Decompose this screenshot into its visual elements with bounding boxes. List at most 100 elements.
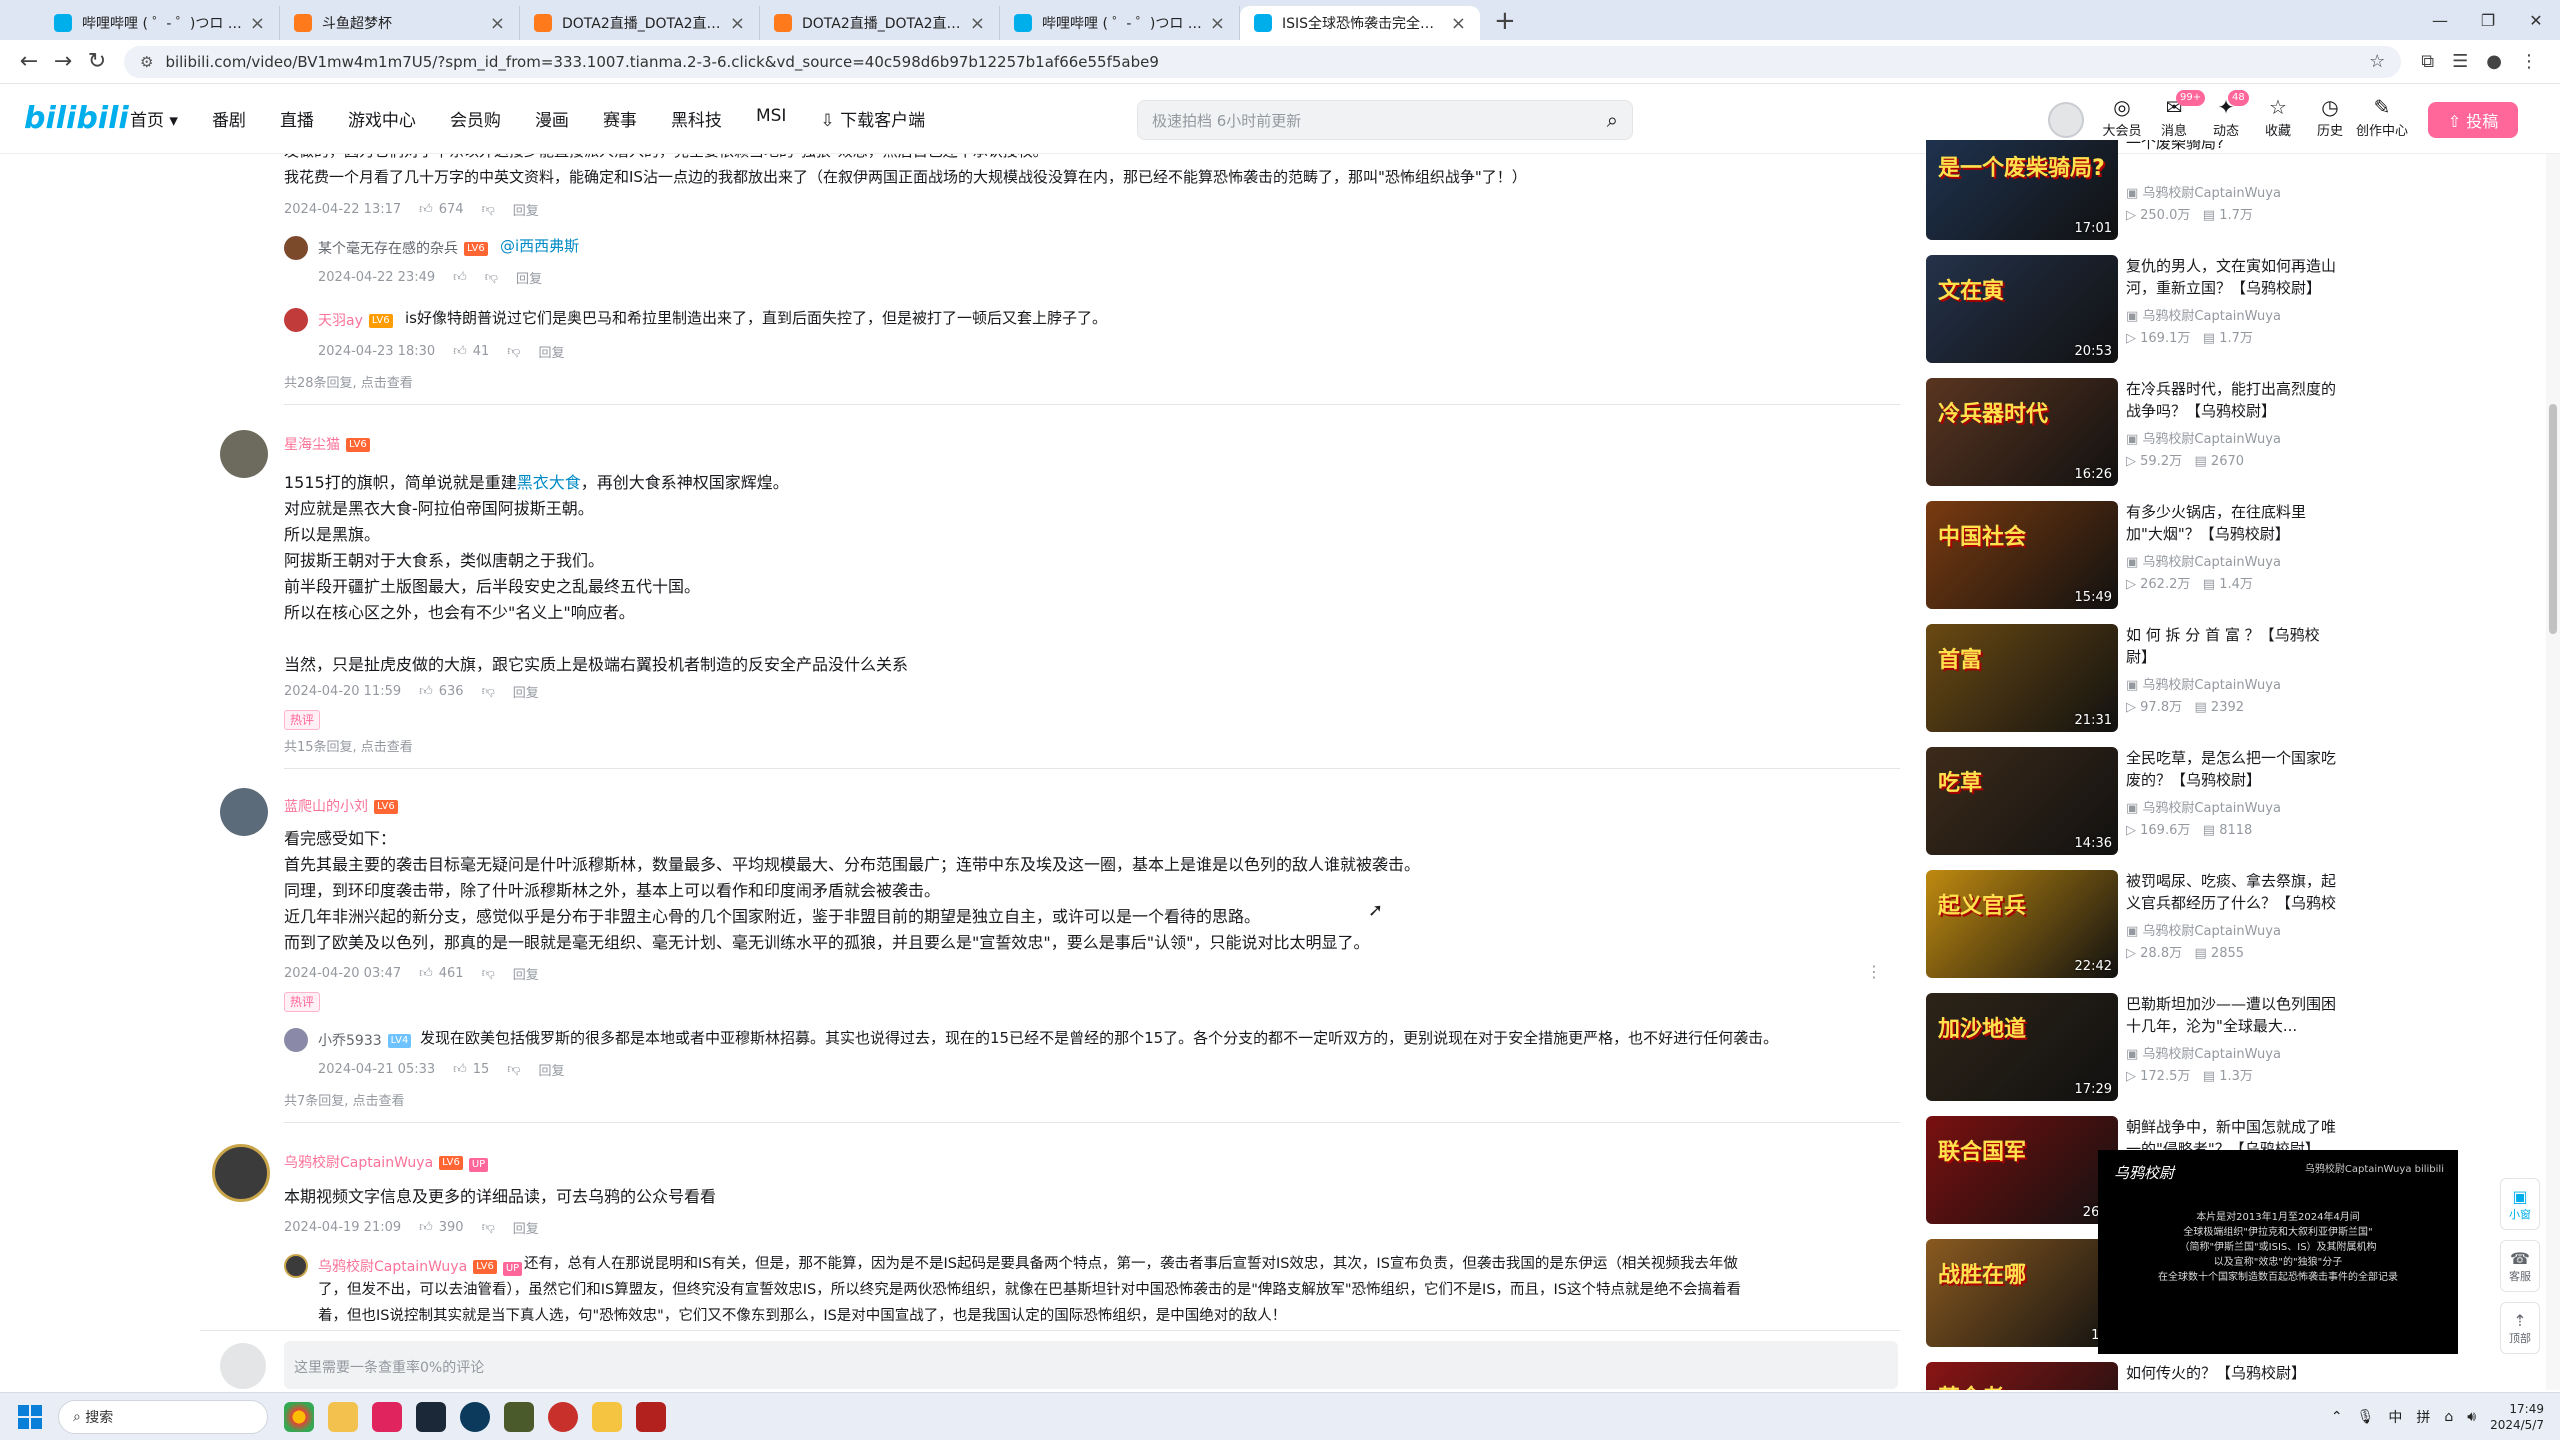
network-icon[interactable]: ⌂ <box>2444 1409 2453 1425</box>
video-title[interactable]: 复仇的男人，文在寅如何再造山河，重新立国？【乌鸦校尉】 <box>2126 255 2342 299</box>
recommend-card[interactable]: 中国社会 15:49 有多少火锅店，在往底料里加"大烟"？【乌鸦校尉】 ▣ 乌鸦校尉C… <box>1926 501 2346 611</box>
dislike-icon[interactable]: 👎︎ <box>482 966 495 981</box>
reload-icon[interactable]: ↻ <box>80 49 114 74</box>
nav-link[interactable]: 漫画 <box>535 106 569 131</box>
video-title[interactable]: 有多少火锅店，在往底料里加"大烟"？【乌鸦校尉】 <box>2126 501 2342 545</box>
video-thumbnail[interactable]: 起义官兵 22:42 <box>1926 870 2118 978</box>
bilibili-logo[interactable]: bilibili <box>24 101 129 136</box>
dislike-icon[interactable]: 👎︎ <box>507 344 520 359</box>
avatar[interactable] <box>212 1144 270 1202</box>
like-button[interactable]: 👍︎ 461 <box>419 966 463 981</box>
avatar[interactable] <box>284 1028 308 1052</box>
browser-tab[interactable]: DOTA2直播_DOTA2直播解说视频 × <box>520 6 760 40</box>
like-button[interactable]: 👍︎ 390 <box>419 1220 463 1235</box>
video-title[interactable]: 一个废柴骑局? <box>2126 140 2342 154</box>
nav-link[interactable]: 会员购 <box>450 106 501 131</box>
forward-icon[interactable]: → <box>46 49 80 74</box>
file-explorer-icon[interactable] <box>328 1401 358 1432</box>
reply-username[interactable]: 乌鸦校尉CaptainWuya LV6 UP <box>318 1256 523 1276</box>
video-title[interactable]: 全民吃草，是怎么把一个国家吃废的？【乌鸦校尉】 <box>2126 747 2342 791</box>
reply-username[interactable]: 某个毫无存在感的杂兵 LV6 <box>318 238 488 258</box>
dota-icon[interactable] <box>636 1401 666 1432</box>
comment-username[interactable]: 蓝爬山的小刘 LV6 <box>284 796 398 816</box>
extensions-icon[interactable]: ⧉ <box>2421 51 2434 72</box>
video-title[interactable]: 如何传火的？【乌鸦校尉】 <box>2126 1362 2342 1384</box>
video-thumbnail[interactable]: 吃草 14:36 <box>1926 747 2118 855</box>
ime-pinyin[interactable]: 拼 <box>2416 1407 2430 1427</box>
back-icon[interactable]: ← <box>12 49 46 74</box>
video-title[interactable]: 在冷兵器时代，能打出高烈度的战争吗？【乌鸦校尉】 <box>2126 378 2342 422</box>
tab-close-icon[interactable]: × <box>730 13 745 34</box>
video-thumbnail[interactable]: 中国社会 15:49 <box>1926 501 2118 609</box>
chrome-icon[interactable] <box>284 1401 314 1432</box>
view-more-replies[interactable]: 共7条回复, 点击查看 <box>284 1090 405 1109</box>
taskbar-search[interactable]: ⌕ 搜索 <box>58 1399 268 1434</box>
reading-list-icon[interactable]: ☰ <box>2452 51 2468 72</box>
uploader-name[interactable]: ▣ 乌鸦校尉CaptainWuya <box>2126 551 2281 570</box>
comment-username[interactable]: 乌鸦校尉CaptainWuya LV6 UP <box>284 1152 489 1172</box>
nav-link[interactable]: 首页 ▾ <box>130 106 178 131</box>
dislike-icon[interactable]: 👎︎ <box>482 1220 495 1235</box>
reply-button[interactable]: 回复 <box>513 200 539 219</box>
header-menu-item[interactable]: ✎ 创作中心 <box>2356 94 2408 139</box>
dislike-icon[interactable]: 👎︎ <box>482 202 495 217</box>
close-window-icon[interactable]: ✕ <box>2512 0 2560 40</box>
view-more-replies[interactable]: 共28条回复, 点击查看 <box>284 372 413 391</box>
view-more-replies[interactable]: 共15条回复, 点击查看 <box>284 736 413 755</box>
recommend-card[interactable]: 吃草 14:36 全民吃草，是怎么把一个国家吃废的？【乌鸦校尉】 ▣ 乌鸦校尉Capt… <box>1926 747 2346 857</box>
tray-chevron-icon[interactable]: ⌃ <box>2331 1409 2343 1425</box>
reply-button[interactable]: 回复 <box>513 964 539 983</box>
like-button[interactable]: 👍︎ 41 <box>453 344 489 359</box>
reply-username[interactable]: 天羽ay LV6 <box>318 310 393 330</box>
avatar[interactable] <box>284 308 308 332</box>
like-button[interactable]: 👍︎ 15 <box>453 1062 489 1077</box>
video-thumbnail[interactable]: 加沙地道 17:29 <box>1926 993 2118 1101</box>
header-menu-item[interactable]: ✦ 动态 48 <box>2200 90 2252 139</box>
ime-mode[interactable]: 中 <box>2388 1407 2402 1427</box>
uploader-name[interactable]: ▣ 乌鸦校尉CaptainWuya <box>2126 920 2281 939</box>
restore-icon[interactable]: ❐ <box>2464 0 2512 40</box>
tab-close-icon[interactable]: × <box>250 13 265 34</box>
volume-icon[interactable]: 🔊︎ <box>2467 1409 2476 1425</box>
upload-button[interactable]: ⇧ 投稿 <box>2428 102 2518 138</box>
nav-link[interactable]: 黑科技 <box>671 106 722 131</box>
more-options-icon[interactable]: ⋮ <box>1866 962 1882 981</box>
recommend-card[interactable]: 革命者如何传火的？【乌鸦校尉】▣ 乌鸦校尉CaptainWuya <box>1926 1362 2346 1390</box>
uploader-name[interactable]: ▣ 乌鸦校尉CaptainWuya <box>2126 305 2281 324</box>
video-title[interactable]: 如 何 拆 分 首 富 ？【乌鸦校尉】 <box>2126 624 2342 668</box>
browser-tab[interactable]: 斗鱼超梦杯 × <box>280 6 520 40</box>
tab-close-icon[interactable]: × <box>970 13 985 34</box>
bookmark-star-icon[interactable]: ☆ <box>2369 51 2385 72</box>
app-icon[interactable] <box>372 1401 402 1432</box>
uploader-name[interactable]: ▣ 乌鸦校尉CaptainWuya <box>2126 674 2281 693</box>
video-thumbnail[interactable]: 革命者 <box>1926 1362 2118 1390</box>
search-input[interactable]: 极速拍档 6小时前更新 ⌕ <box>1137 100 1633 140</box>
dislike-icon[interactable]: 👎︎ <box>507 1062 520 1077</box>
video-thumbnail[interactable]: 联合国军26:3 <box>1926 1116 2118 1224</box>
reply-button[interactable]: 回复 <box>516 268 542 287</box>
avatar[interactable] <box>284 236 308 260</box>
steam-icon[interactable] <box>416 1401 446 1432</box>
video-thumbnail[interactable]: 首富 21:31 <box>1926 624 2118 732</box>
browser-tab[interactable]: ISIS全球恐怖袭击完全记录 × <box>1240 6 1480 40</box>
site-info-icon[interactable]: ⚙ <box>140 53 153 71</box>
nav-link[interactable]: 番剧 <box>212 106 246 131</box>
uploader-name[interactable]: ▣ 乌鸦校尉CaptainWuya <box>2126 1043 2281 1062</box>
mini-player[interactable]: 乌鸦校尉 乌鸦校尉CaptainWuya bilibili 本片是对2013年1… <box>2098 1150 2458 1354</box>
recommend-card[interactable]: 文在寅 20:53 复仇的男人，文在寅如何再造山河，重新立国？【乌鸦校尉】 ▣ 乌鸦校… <box>1926 255 2346 365</box>
dislike-icon[interactable]: 👎︎ <box>482 684 495 699</box>
url-field[interactable]: ⚙ bilibili.com/video/BV1mw4m1m7U5/?spm_i… <box>124 45 2402 78</box>
float-button[interactable]: ▣ 小窗 <box>2500 1178 2540 1230</box>
comment-input[interactable]: 这里需要一条查重率0%的评论 <box>284 1341 1898 1389</box>
uploader-name[interactable]: ▣ 乌鸦校尉CaptainWuya <box>2126 428 2281 447</box>
avatar[interactable] <box>220 788 268 836</box>
header-menu-item[interactable]: ◎ 大会员 <box>2096 94 2148 139</box>
scrollbar[interactable] <box>2546 154 2560 1390</box>
mic-icon[interactable]: 🎙︎ <box>2357 1409 2375 1425</box>
video-thumbnail[interactable]: 是一个废柴骑局? 17:01 <box>1926 140 2118 240</box>
avatar[interactable] <box>220 430 268 478</box>
nav-link[interactable]: 赛事 <box>603 106 637 131</box>
nav-link[interactable]: 游戏中心 <box>348 106 416 131</box>
recommend-card[interactable]: 首富 21:31 如 何 拆 分 首 富 ？【乌鸦校尉】 ▣ 乌鸦校尉CaptainW… <box>1926 624 2346 734</box>
profile-icon[interactable]: ● <box>2486 51 2502 72</box>
